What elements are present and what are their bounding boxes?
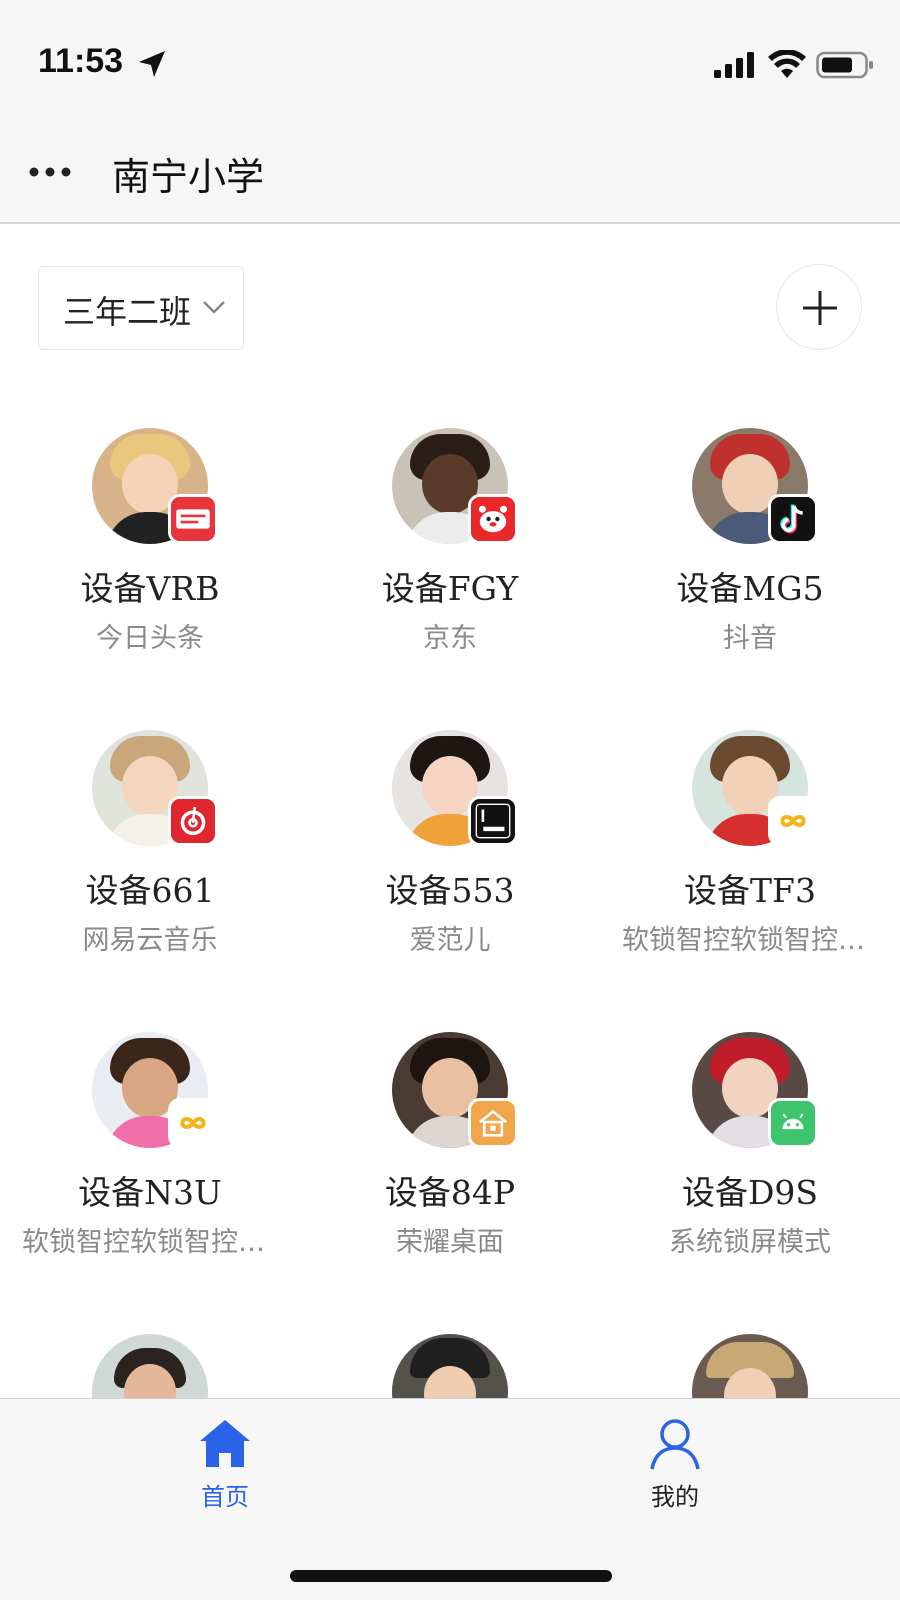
device-name: 设备FGY bbox=[381, 569, 519, 608]
wifi-icon bbox=[768, 50, 806, 78]
device-card[interactable]: 设备FGY 京东 bbox=[300, 428, 600, 668]
device-app-name: 抖音 bbox=[723, 623, 777, 654]
home-launcher-icon bbox=[468, 1098, 518, 1148]
device-app-name: 软锁智控软锁智控软锁智控 bbox=[622, 925, 900, 956]
device-app-name: 爱范儿 bbox=[409, 925, 491, 956]
infinity-icon bbox=[168, 1098, 218, 1148]
device-app-name: 荣耀桌面 bbox=[396, 1227, 504, 1258]
device-app-name: 网易云音乐 bbox=[82, 925, 218, 956]
device-app-name: 系统锁屏模式 bbox=[669, 1227, 831, 1258]
tab-home[interactable]: 首页 bbox=[165, 1417, 285, 1517]
device-app-name: 软锁智控软锁智控软锁智控 bbox=[22, 1227, 300, 1258]
device-card[interactable]: 设备TF3 软锁智控软锁智控软锁智控 bbox=[600, 730, 900, 970]
douyin-icon bbox=[768, 494, 818, 544]
status-time: 11:53 bbox=[38, 42, 124, 80]
device-app-name: 今日头条 bbox=[96, 623, 204, 654]
ifanr-icon bbox=[468, 796, 518, 846]
page-title: 南宁小学 bbox=[112, 155, 265, 199]
device-name: 设备661 bbox=[85, 871, 215, 910]
location-arrow-icon bbox=[139, 51, 165, 77]
device-name: 设备TF3 bbox=[684, 871, 816, 910]
home-icon bbox=[200, 1420, 250, 1467]
device-card[interactable]: 设备VRB 今日头条 bbox=[0, 428, 300, 668]
device-card[interactable]: 设备553 爱范儿 bbox=[300, 730, 600, 970]
device-name: 设备84P bbox=[384, 1173, 516, 1212]
add-device-button[interactable] bbox=[776, 264, 862, 350]
battery-icon bbox=[816, 51, 873, 79]
device-card[interactable]: 设备84P 荣耀桌面 bbox=[300, 1032, 600, 1272]
toutiao-icon bbox=[168, 494, 218, 544]
device-name: 设备N3U bbox=[78, 1173, 222, 1212]
chevron-down-icon bbox=[203, 301, 225, 314]
device-card[interactable]: 设备N3U 软锁智控软锁智控软锁智控 bbox=[0, 1032, 300, 1272]
device-card[interactable]: 设备D9S 系统锁屏模式 bbox=[600, 1032, 900, 1272]
jd-icon bbox=[468, 494, 518, 544]
device-name: 设备D9S bbox=[681, 1173, 819, 1212]
home-indicator bbox=[290, 1570, 612, 1582]
class-selector-value: 三年二班 bbox=[63, 293, 192, 331]
tab-home-label: 首页 bbox=[201, 1483, 249, 1511]
status-bar: 11:53 bbox=[0, 0, 900, 120]
class-selector-dropdown[interactable]: 三年二班 bbox=[38, 266, 244, 350]
android-icon bbox=[768, 1098, 818, 1148]
more-menu-icon[interactable] bbox=[28, 164, 72, 180]
plus-icon bbox=[803, 291, 837, 325]
device-name: 设备553 bbox=[385, 871, 515, 910]
user-icon bbox=[650, 1419, 700, 1470]
infinity-icon bbox=[768, 796, 818, 846]
device-name: 设备VRB bbox=[80, 569, 220, 608]
device-card[interactable]: 设备MG5 抖音 bbox=[600, 428, 900, 668]
netease-music-icon bbox=[168, 796, 218, 846]
tab-mine-label: 我的 bbox=[651, 1483, 699, 1511]
cellular-signal-icon bbox=[714, 52, 754, 78]
device-app-name: 京东 bbox=[423, 623, 477, 654]
tab-mine[interactable]: 我的 bbox=[615, 1417, 735, 1517]
device-name: 设备MG5 bbox=[676, 569, 824, 608]
device-card[interactable]: 设备661 网易云音乐 bbox=[0, 730, 300, 970]
navigation-bar: 南宁小学 bbox=[0, 120, 900, 224]
